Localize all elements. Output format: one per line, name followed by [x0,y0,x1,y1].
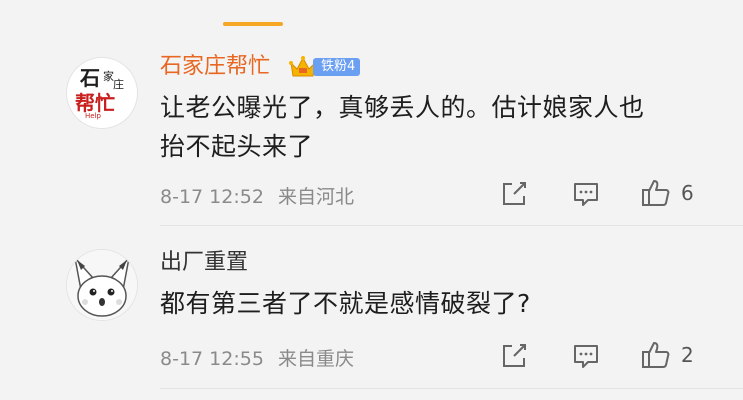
comment-location: 来自河北 [277,186,354,208]
like-button[interactable]: 2 [641,340,694,370]
comment-item: 出厂重置 都有第三者了不就是感情破裂了? 8-17 12:55 来自重庆 2 [0,226,743,400]
svg-text:石: 石 [79,66,100,90]
like-count: 6 [681,181,694,205]
avatar[interactable]: 石 家 庄 帮忙 Help [67,58,137,128]
svg-text:Help: Help [85,112,102,120]
like-icon [642,180,670,206]
username[interactable]: 石家庄帮忙 [160,52,270,82]
comment-text-line: 抬不起头来了 [160,132,314,161]
fan-level-badge: 铁粉4 [313,58,361,76]
share-button[interactable] [500,342,528,370]
share-button[interactable] [500,180,528,208]
comment-icon [574,345,598,368]
comment-text-line: 都有第三者了不就是感情破裂了? [160,289,531,318]
avatar-pikachu [67,250,137,320]
svg-text:庄: 庄 [113,77,124,91]
like-button[interactable]: 6 [641,178,694,208]
avatar-logo: 石 家 庄 帮忙 Help [75,66,124,120]
comment-meta: 8-17 12:52 来自河北 [160,182,354,209]
comment-icon [574,183,598,206]
like-count: 2 [681,343,694,367]
username[interactable]: 出厂重置 [160,248,248,278]
comment-item: 石 家 庄 帮忙 Help 石家庄帮忙 铁粉4 让老公曝光了，真够丢人的。估计娘… [0,0,743,220]
comment-divider [160,388,743,389]
comment-date: 8-17 12:52 [160,186,264,208]
like-icon [642,342,670,368]
comment-meta: 8-17 12:55 来自重庆 [160,344,354,371]
share-icon [503,344,526,367]
comment-date: 8-17 12:55 [160,348,264,370]
fan-badge-group[interactable]: 铁粉4 [289,55,361,79]
comment-location: 来自重庆 [277,348,354,370]
avatar[interactable] [67,250,137,320]
comment-text: 都有第三者了不就是感情破裂了? [160,284,720,323]
reply-button[interactable] [572,180,600,208]
comment-text-line: 让老公曝光了，真够丢人的。估计娘家人也 [160,93,645,122]
comment-text: 让老公曝光了，真够丢人的。估计娘家人也 抬不起头来了 [160,88,720,166]
share-icon [503,182,526,205]
reply-button[interactable] [572,342,600,370]
